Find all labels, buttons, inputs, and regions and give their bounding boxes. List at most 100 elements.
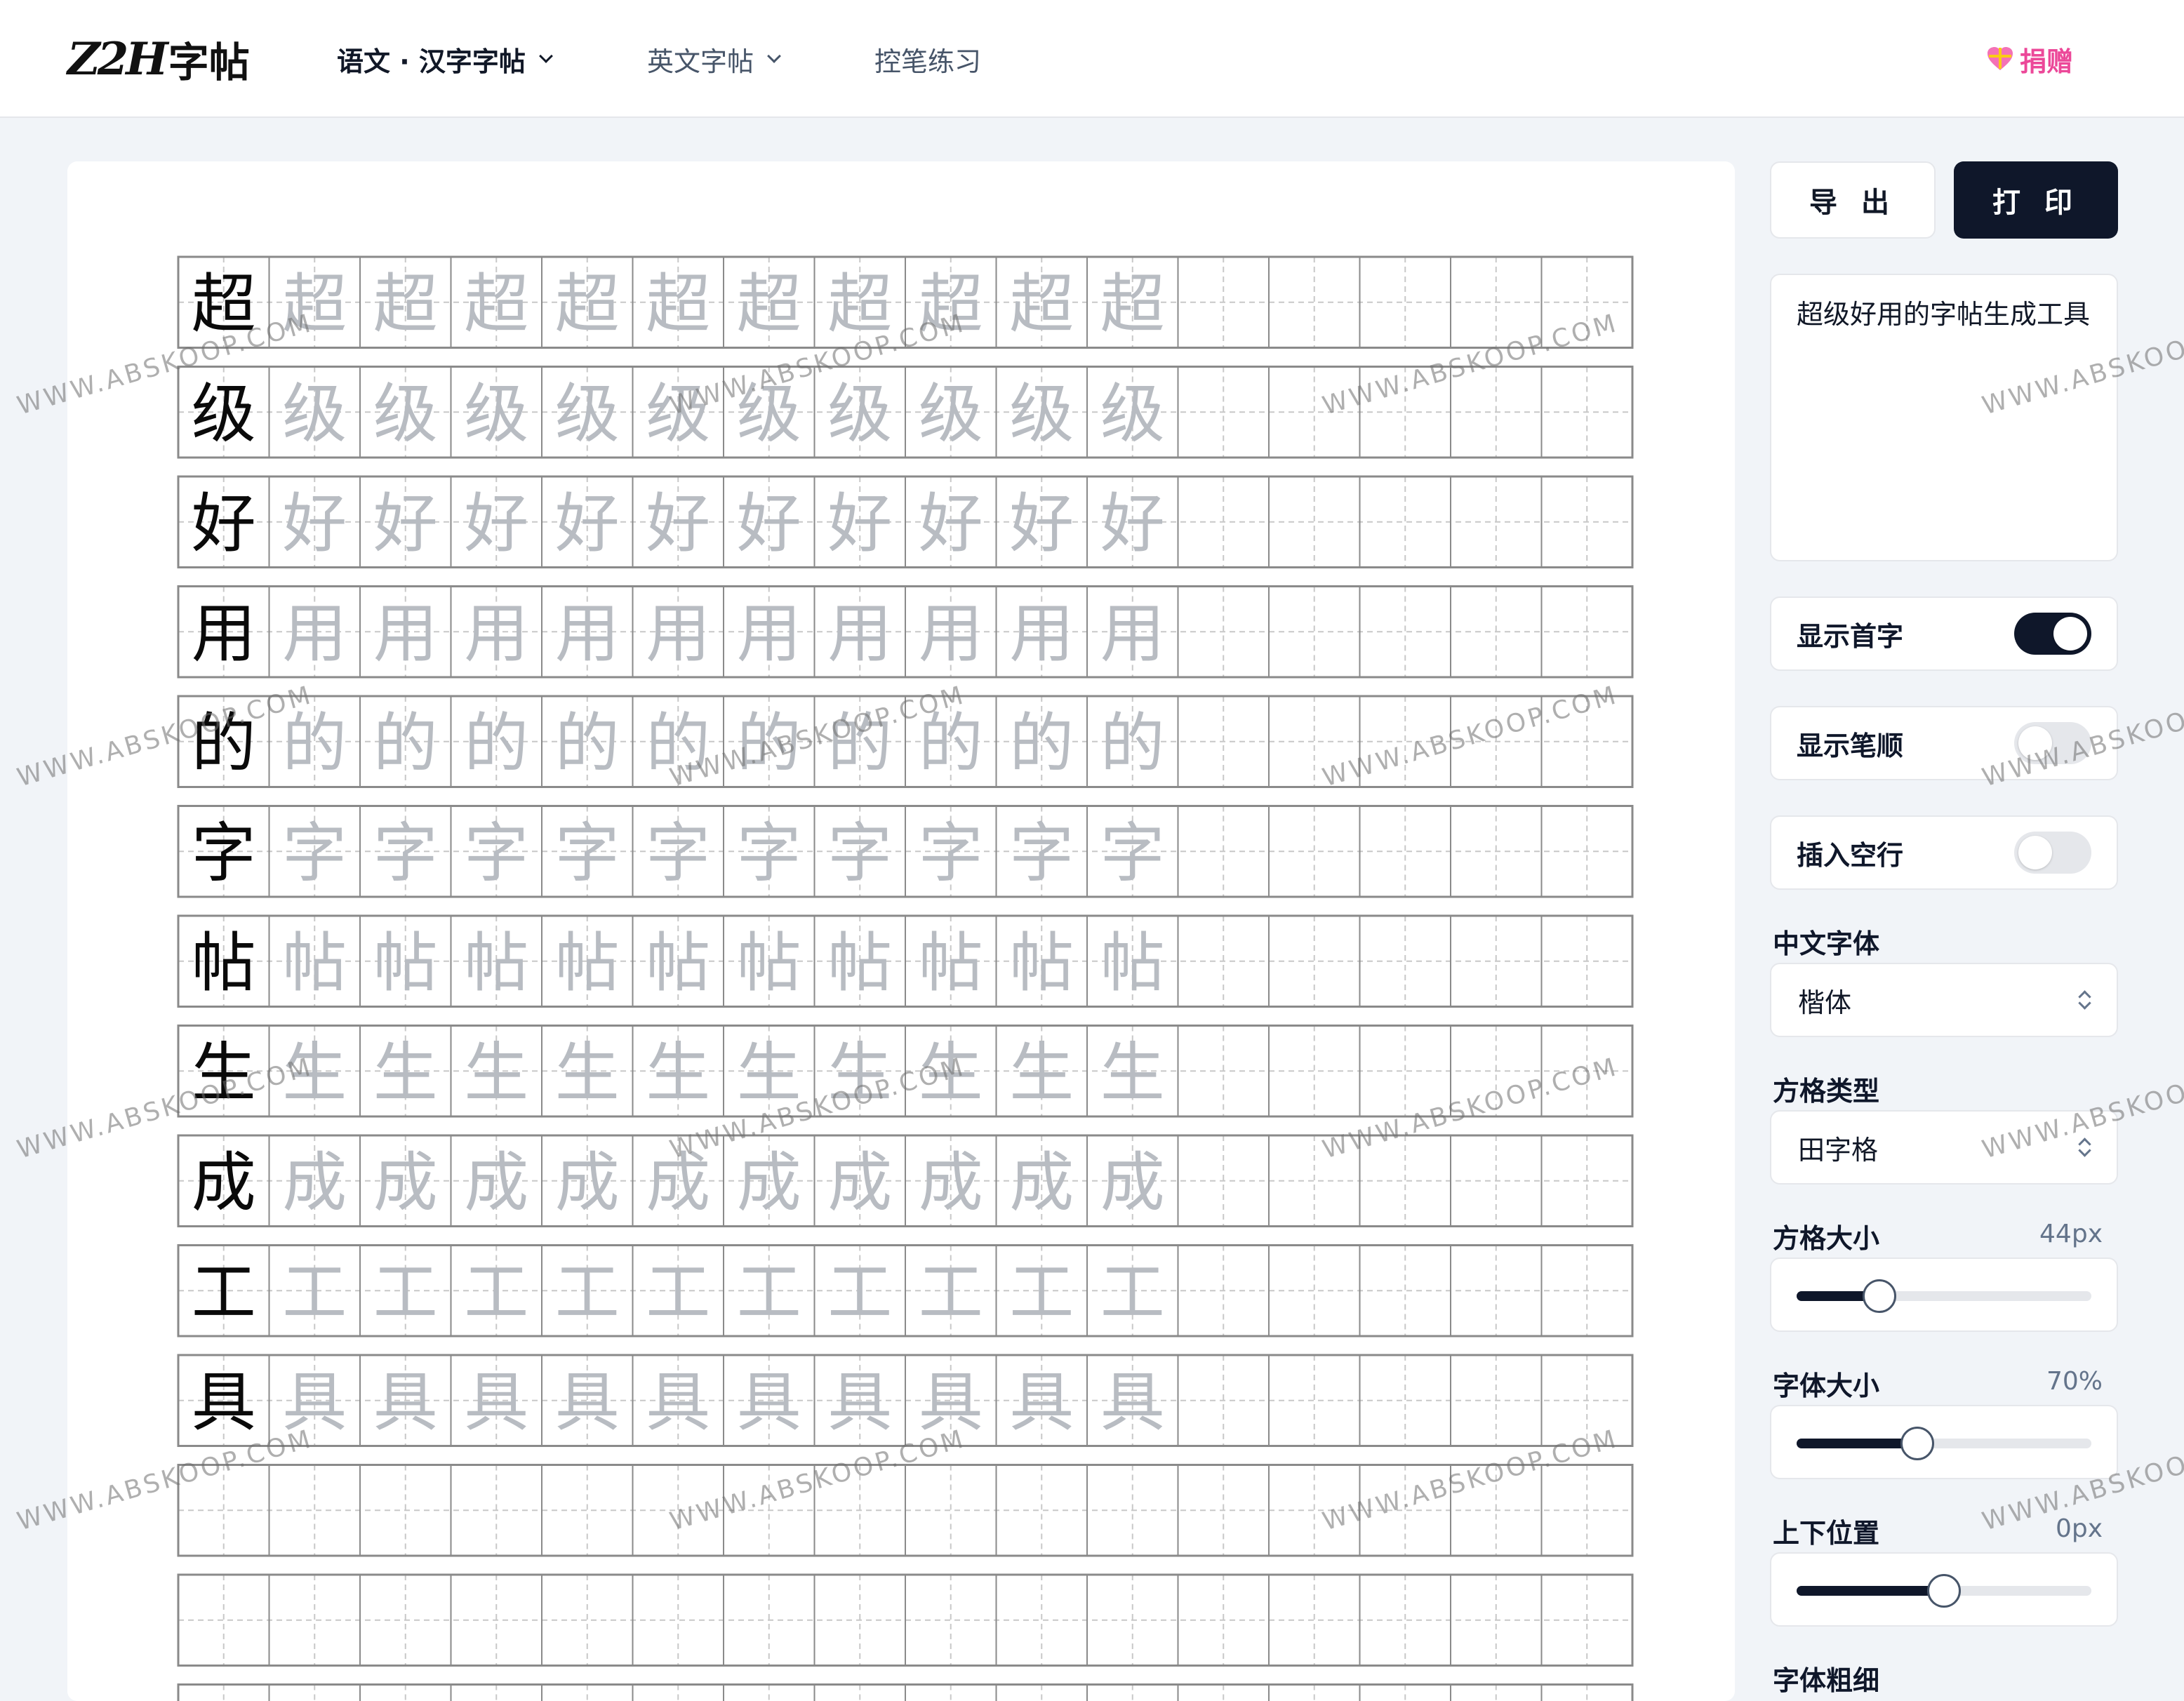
trace-character: 好 (1100, 486, 1165, 561)
trace-character: 帖 (827, 926, 892, 1001)
trace-character: 帖 (1009, 926, 1074, 1001)
show-first-char-toggle[interactable] (2014, 613, 2091, 655)
trace-character: 生 (464, 1035, 528, 1110)
trace-character: 生 (373, 1035, 438, 1110)
trace-character: 帖 (464, 926, 528, 1001)
trace-character: 用 (555, 596, 620, 671)
trace-character: 成 (464, 1145, 528, 1220)
print-button[interactable]: 打 印 (1954, 161, 2118, 239)
heart-gift-icon (1987, 47, 2013, 70)
trace-character: 字 (555, 815, 620, 890)
trace-character: 帖 (919, 926, 983, 1001)
insert-blank-row-toggle[interactable] (2014, 832, 2091, 874)
trace-character: 用 (919, 596, 983, 671)
model-character: 字 (192, 815, 256, 890)
trace-character: 超 (1009, 267, 1074, 342)
trace-character: 好 (464, 486, 528, 561)
slider-track (1797, 1279, 2091, 1313)
vertical-position-slider[interactable] (1770, 1552, 2118, 1627)
trace-character: 生 (282, 1035, 347, 1110)
trace-character: 的 (373, 706, 438, 781)
grid-size-slider[interactable] (1770, 1258, 2118, 1332)
chinese-font-select[interactable]: 楷体 (1770, 963, 2118, 1037)
trace-character: 具 (373, 1365, 438, 1440)
practice-row (177, 1683, 1634, 1701)
nav-pen-control[interactable]: 控笔练习 (874, 38, 981, 80)
trace-character: 成 (646, 1145, 710, 1220)
show-stroke-order-toggle[interactable] (2014, 722, 2091, 764)
slider-thumb[interactable] (1927, 1574, 1961, 1608)
nav-chinese-copybook[interactable]: 语文 · 汉字字帖 (337, 38, 553, 80)
trace-character: 生 (827, 1035, 892, 1110)
trace-character: 成 (555, 1145, 620, 1220)
trace-character: 级 (464, 376, 528, 451)
practice-row (177, 1573, 1634, 1667)
practice-row: 级级级级级级级级级级级 (177, 366, 1634, 459)
trace-character: 级 (1009, 376, 1074, 451)
trace-character: 的 (1100, 706, 1165, 781)
trace-character: 字 (373, 815, 438, 890)
donate-label: 捐赠 (2020, 46, 2074, 77)
show-first-char-label: 显示首字 (1797, 620, 1904, 652)
trace-character: 字 (1009, 815, 1074, 890)
trace-character: 好 (737, 486, 801, 561)
show-stroke-order-row: 显示笔顺 (1770, 706, 2118, 780)
trace-character: 工 (737, 1255, 801, 1330)
trace-character: 超 (737, 267, 801, 342)
trace-character: 级 (1100, 376, 1165, 451)
practice-row: 超超超超超超超超超超超 (177, 255, 1634, 349)
copybook-preview: 超超超超超超超超超超超级级级级级级级级级级级好好好好好好好好好好好用用用用用用用… (67, 161, 1735, 1701)
model-character: 用 (192, 596, 256, 671)
donate-link[interactable]: 捐赠 (1986, 38, 2073, 80)
trace-character: 级 (646, 376, 710, 451)
trace-character: 具 (282, 1365, 347, 1440)
slider-thumb[interactable] (1900, 1427, 1935, 1460)
practice-row: 生生生生生生生生生生生 (177, 1025, 1634, 1118)
slider-track (1797, 1427, 2091, 1460)
show-stroke-order-label: 显示笔顺 (1797, 730, 1904, 761)
trace-character: 工 (919, 1255, 983, 1330)
trace-character: 用 (827, 596, 892, 671)
trace-character: 用 (1009, 596, 1074, 671)
trace-character: 生 (737, 1035, 801, 1110)
font-weight-label: 字体粗细 (1773, 1665, 1880, 1696)
trace-character: 工 (555, 1255, 620, 1330)
model-character: 的 (192, 706, 256, 781)
chevron-updown-icon (2077, 988, 2091, 1012)
model-character: 具 (192, 1365, 256, 1440)
site-logo[interactable]: Z2H 字帖 (67, 31, 250, 87)
logo-cn: 字帖 (168, 39, 250, 86)
trace-character: 的 (282, 706, 347, 781)
trace-character: 好 (1009, 486, 1074, 561)
trace-character: 的 (646, 706, 710, 781)
trace-character: 成 (827, 1145, 892, 1220)
model-character: 工 (192, 1255, 256, 1330)
trace-character: 成 (919, 1145, 983, 1220)
nav-english-copybook[interactable]: 英文字帖 (647, 38, 781, 80)
slider-thumb[interactable] (1862, 1279, 1896, 1313)
trace-character: 级 (282, 376, 347, 451)
trace-character: 生 (1100, 1035, 1165, 1110)
font-size-slider[interactable] (1770, 1405, 2118, 1479)
trace-character: 工 (282, 1255, 347, 1330)
trace-character: 用 (282, 596, 347, 671)
model-character: 好 (192, 486, 256, 561)
grid-type-select[interactable]: 田字格 (1770, 1110, 2118, 1185)
practice-row: 用用用用用用用用用用用 (177, 585, 1634, 679)
copybook-grid: 超超超超超超超超超超超级级级级级级级级级级级好好好好好好好好好好好用用用用用用用… (177, 255, 1634, 1701)
trace-character: 生 (1009, 1035, 1074, 1110)
trace-character: 级 (919, 376, 983, 451)
insert-blank-row-label: 插入空行 (1797, 839, 1904, 871)
trace-character: 帖 (646, 926, 710, 1001)
trace-character: 好 (555, 486, 620, 561)
grid-size-label: 方格大小 (1773, 1223, 1880, 1254)
trace-character: 帖 (282, 926, 347, 1001)
export-button[interactable]: 导 出 (1770, 161, 1936, 239)
trace-character: 的 (737, 706, 801, 781)
font-size-label: 字体大小 (1773, 1370, 1880, 1401)
practice-text-input[interactable] (1797, 293, 2091, 542)
trace-character: 超 (373, 267, 438, 342)
trace-character: 字 (464, 815, 528, 890)
trace-character: 具 (1100, 1365, 1165, 1440)
trace-character: 成 (1100, 1145, 1165, 1220)
